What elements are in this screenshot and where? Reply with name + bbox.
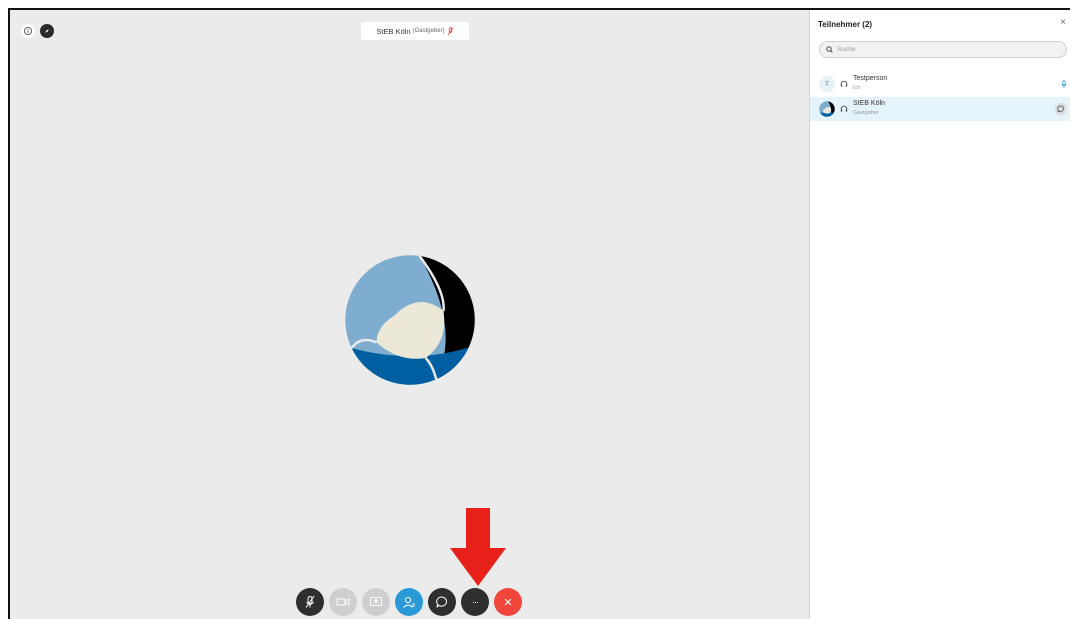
- video-button[interactable]: [329, 588, 357, 616]
- meeting-toolbar: ··· ×: [296, 588, 522, 616]
- search-input[interactable]: [837, 46, 1037, 53]
- participant-chat-button[interactable]: [1055, 103, 1067, 115]
- video-stage: StEB Köln (Gastgeber) ··· ×: [10, 10, 809, 619]
- mic-status: [1061, 79, 1067, 89]
- participant-name: StEB Köln: [853, 100, 885, 107]
- annotation-arrow: [450, 508, 506, 586]
- app-window: StEB Köln (Gastgeber) ··· × Teilnehmer (…: [8, 8, 1070, 619]
- participant-role: Gastgeber: [853, 110, 879, 116]
- participants-panel: Teilnehmer (2) × T Testperson Ich: [810, 10, 1070, 619]
- active-speaker-label: StEB Köln (Gastgeber): [361, 22, 469, 40]
- search-icon: [826, 46, 833, 53]
- chat-button[interactable]: [428, 588, 456, 616]
- speaker-role: (Gastgeber): [412, 28, 445, 34]
- share-button[interactable]: [362, 588, 390, 616]
- participant-search: [819, 41, 1067, 58]
- stage-top-left-controls: [21, 24, 54, 38]
- avatar: T: [819, 76, 835, 92]
- organization-logo: [345, 255, 475, 385]
- close-panel-button[interactable]: ×: [1060, 18, 1066, 28]
- speaker-name: StEB Köln: [376, 26, 411, 36]
- info-icon[interactable]: [21, 24, 35, 38]
- mute-button[interactable]: [296, 588, 324, 616]
- mic-icon: [1061, 79, 1067, 88]
- mic-muted-icon: [305, 595, 315, 608]
- participants-icon: [403, 596, 415, 608]
- chat-icon: [1057, 105, 1064, 113]
- participant-name: Testperson: [853, 75, 888, 82]
- video-off-icon: [336, 598, 350, 606]
- participant-row[interactable]: T Testperson Ich: [810, 72, 1070, 96]
- participants-button[interactable]: [395, 588, 423, 616]
- more-options-button[interactable]: ···: [461, 588, 489, 616]
- mic-muted-icon: [447, 26, 453, 35]
- panel-title: Teilnehmer (2): [818, 20, 873, 29]
- participant-role: Ich: [853, 85, 861, 91]
- compass-icon[interactable]: [40, 24, 54, 38]
- end-call-button[interactable]: ×: [494, 588, 522, 616]
- end-call-icon: ×: [503, 593, 513, 611]
- more-options-icon: ···: [472, 596, 479, 607]
- participant-row[interactable]: StEB Köln Gastgeber: [810, 97, 1070, 121]
- headset-icon: [840, 105, 848, 112]
- organization-logo-icon: [819, 101, 835, 117]
- avatar: [819, 101, 835, 117]
- headset-icon: [840, 80, 848, 87]
- share-icon: [370, 597, 382, 606]
- chat-icon: [436, 596, 447, 608]
